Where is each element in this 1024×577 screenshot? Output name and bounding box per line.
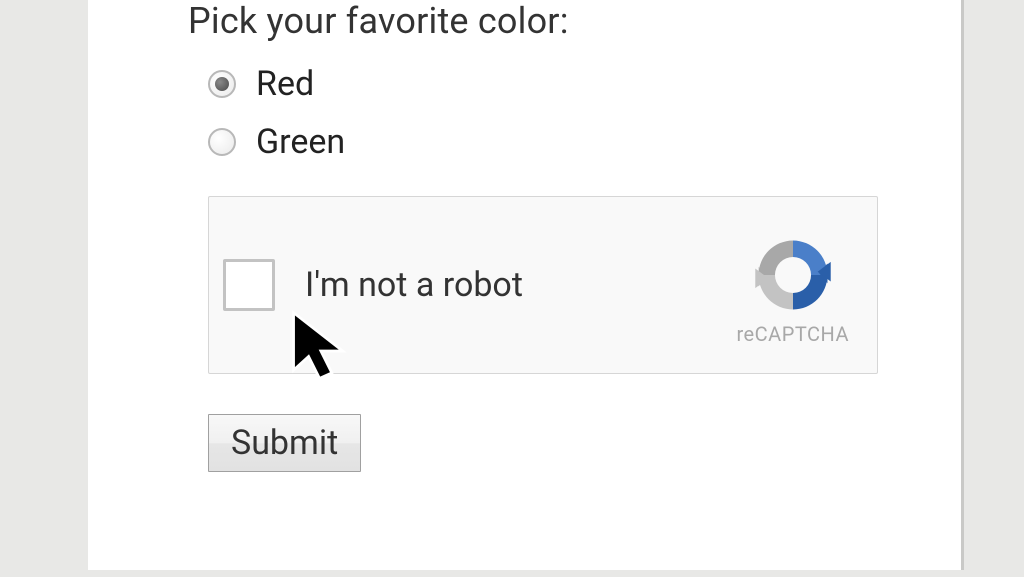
recaptcha-logo-icon <box>749 234 837 316</box>
recaptcha-brand: reCAPTCHA <box>736 224 849 346</box>
radio-circle-icon[interactable] <box>208 70 236 98</box>
submit-row: Submit <box>208 414 921 472</box>
radio-option-red[interactable]: Red <box>208 64 921 104</box>
form-card: Pick your favorite color: Red Green I'm … <box>88 0 964 570</box>
radio-label: Red <box>256 64 314 104</box>
recaptcha-brand-text: reCAPTCHA <box>736 322 849 346</box>
recaptcha-checkbox[interactable] <box>223 259 275 311</box>
question-text: Pick your favorite color: <box>188 0 921 42</box>
radio-group: Red Green <box>208 64 921 162</box>
radio-option-green[interactable]: Green <box>208 122 921 162</box>
radio-label: Green <box>256 122 345 162</box>
radio-circle-icon[interactable] <box>208 128 236 156</box>
submit-button[interactable]: Submit <box>208 414 361 472</box>
recaptcha-widget: I'm not a robot reCAPTCHA <box>208 196 878 374</box>
recaptcha-label: I'm not a robot <box>305 265 736 305</box>
